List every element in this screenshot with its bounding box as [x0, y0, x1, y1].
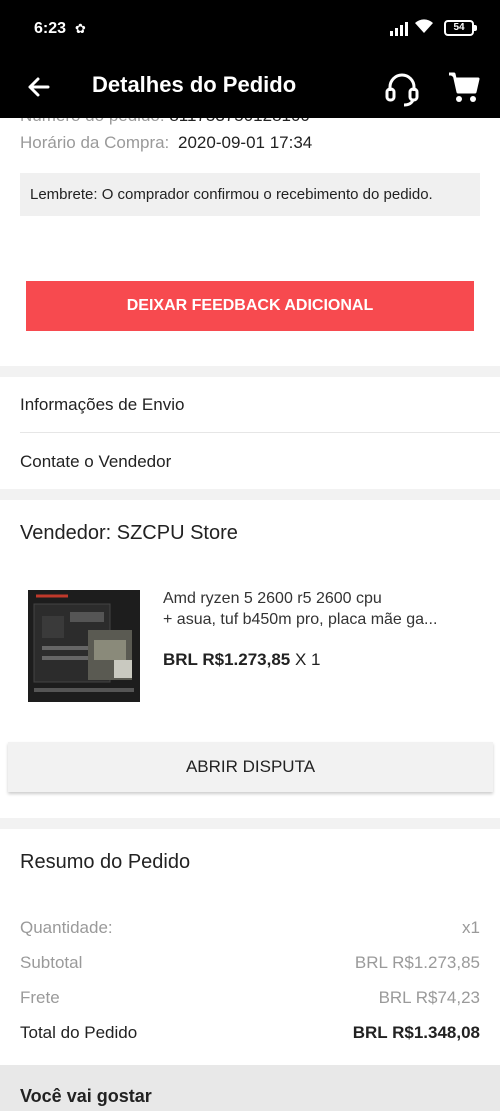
status-time: 6:23	[34, 20, 67, 37]
summary-value: BRL R$74,23	[378, 988, 480, 1007]
summary-label: Frete	[20, 988, 60, 1007]
seller-name: Vendedor: SZCPU Store	[20, 522, 238, 544]
product-image[interactable]	[28, 590, 140, 702]
summary-row-total: Total do Pedido BRL R$1.348,08	[20, 1023, 480, 1043]
purchase-time-row: Horário da Compra: 2020-09-01 17:34	[20, 133, 312, 153]
product-quantity: X 1	[295, 650, 321, 669]
wifi-icon	[414, 18, 434, 39]
status-bar: 6:23 ✿ 54	[0, 0, 500, 60]
summary-value: BRL R$1.273,85	[354, 953, 480, 972]
order-links-card: Informações de Envio Contate o Vendedor	[0, 377, 500, 489]
app-header: Detalhes do Pedido	[0, 60, 500, 118]
product-title-line1: Amd ryzen 5 2600 r5 2600 cpu	[163, 590, 382, 607]
arrow-left-icon[interactable]	[22, 70, 56, 104]
product-price-row: BRL R$1.273,85 X 1	[163, 650, 321, 670]
seller-card: Vendedor: SZCPU Store Amd ryzen 5 2600 r…	[0, 500, 500, 818]
signal-icon	[390, 22, 408, 36]
order-info-card: Número do pedido: 811753750128100 Horári…	[0, 100, 500, 366]
open-dispute-button[interactable]: ABRIR DISPUTA	[8, 742, 493, 792]
product-title-line2: + asua, tuf b450m pro, placa mãe ga...	[163, 611, 438, 628]
leave-feedback-button[interactable]: DEIXAR FEEDBACK ADICIONAL	[26, 281, 474, 331]
summary-row-subtotal: Subtotal BRL R$1.273,85	[20, 953, 480, 973]
summary-label: Quantidade:	[20, 918, 113, 937]
summary-value: BRL R$1.348,08	[352, 1023, 480, 1042]
summary-label: Total do Pedido	[20, 1023, 138, 1042]
reminder-notice: Lembrete: O comprador confirmou o recebi…	[20, 173, 480, 216]
page-title: Detalhes do Pedido	[92, 72, 297, 97]
recommendations-title: Você vai gostar	[20, 1086, 152, 1106]
shipping-info-link[interactable]: Informações de Envio	[20, 377, 500, 433]
order-summary-card: Resumo do Pedido Quantidade: x1 Subtotal…	[0, 829, 500, 1065]
cart-icon[interactable]	[446, 69, 482, 105]
product-price: BRL R$1.273,85	[163, 650, 291, 669]
summary-value: x1	[462, 918, 480, 937]
product-title[interactable]: Amd ryzen 5 2600 r5 2600 cpu + asua, tuf…	[163, 588, 481, 630]
summary-row-shipping: Frete BRL R$74,23	[20, 988, 480, 1008]
purchase-time-value: 2020-09-01 17:34	[178, 133, 313, 152]
battery-icon: 54	[444, 20, 477, 36]
summary-row-quantity: Quantidade: x1	[20, 918, 480, 938]
headset-icon[interactable]	[382, 69, 422, 109]
purchase-time-label: Horário da Compra:	[20, 133, 170, 152]
contact-seller-link[interactable]: Contate o Vendedor	[20, 434, 500, 490]
recommendations-section: Você vai gostar	[0, 1065, 500, 1111]
notification-icon: ✿	[75, 21, 86, 36]
summary-label: Subtotal	[20, 953, 83, 972]
summary-title: Resumo do Pedido	[20, 851, 191, 873]
